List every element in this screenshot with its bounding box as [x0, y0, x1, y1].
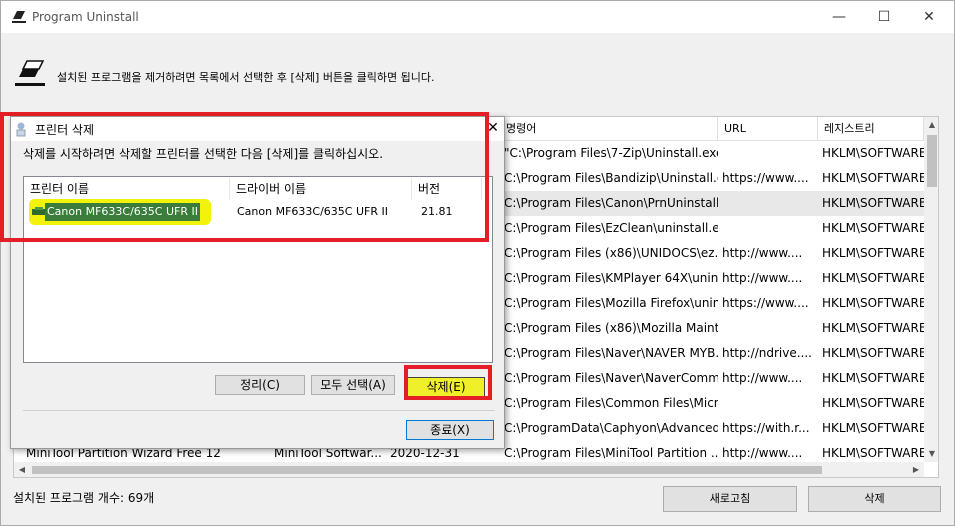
url-cell: http://www....: [722, 371, 803, 385]
command-cell: C:\Program Files (x86)\Mozilla Mainte...: [504, 321, 718, 335]
scroll-right-icon[interactable]: ▶: [908, 462, 924, 477]
registry-cell: HKLM\SOFTWARE: [822, 221, 924, 235]
scroll-left-icon[interactable]: ◀: [14, 462, 30, 477]
url-cell: http://www....: [722, 246, 803, 260]
url-cell: [718, 391, 818, 416]
command-cell: C:\Program Files\Bandizip\Uninstall.exe: [504, 171, 718, 185]
command-cell: C:\Program Files\Common Files\Micr...: [504, 396, 718, 410]
registry-cell: HKLM\SOFTWARE: [822, 421, 924, 435]
cleanup-button[interactable]: 정리(C): [215, 375, 305, 395]
header-instructions: 설치된 프로그램을 제거하려면 목록에서 선택한 후 [삭제] 버튼을 클릭하면…: [57, 71, 435, 84]
select-all-button[interactable]: 모두 선택(A): [311, 375, 395, 395]
command-cell: C:\Program Files\Naver\NAVER MYB...: [504, 346, 718, 360]
registry-cell: HKLM\SOFTWARE: [822, 396, 924, 410]
command-cell: C:\Program Files\Naver\NaverComm...: [504, 371, 718, 385]
command-cell: C:\Program Files\EzClean\uninstall.exe: [504, 221, 718, 235]
registry-cell: HKLM\SOFTWARE: [822, 246, 924, 260]
horizontal-scrollbar[interactable]: ◀ ▶: [14, 462, 924, 477]
registry-cell: HKLM\SOFTWARE: [822, 346, 924, 360]
url-cell: https://with.r...: [722, 421, 810, 435]
dialog-divider: [23, 410, 495, 411]
minimize-button[interactable]: —: [816, 1, 862, 33]
scroll-up-icon[interactable]: ▲: [924, 117, 938, 133]
eraser-icon: [15, 60, 45, 86]
column-header-url[interactable]: URL: [718, 117, 818, 141]
url-cell: http://ndrive....: [722, 346, 812, 360]
command-cell: C:\Program Files\Canon\PrnUninstall...: [504, 196, 718, 210]
annotation-box-delete-button: [404, 365, 492, 400]
command-cell: C:\Program Files\KMPlayer 64X\unin...: [504, 271, 718, 285]
scroll-thumb[interactable]: [927, 135, 937, 187]
program-count-label: 설치된 프로그램 개수: 69개: [13, 491, 155, 505]
url-cell: https://www....: [722, 296, 809, 310]
url-cell: [718, 191, 818, 216]
dialog-exit-button[interactable]: 종료(X): [406, 420, 494, 440]
registry-cell: HKLM\SOFTWARE: [822, 196, 924, 210]
annotation-box-printer-list: [0, 112, 489, 242]
command-cell: C:\Program Files\Mozilla Firefox\unin...: [504, 296, 718, 310]
scroll-down-icon[interactable]: ▼: [924, 446, 938, 462]
url-cell: [718, 141, 818, 166]
registry-cell: HKLM\SOFTWARE: [822, 371, 924, 385]
refresh-button[interactable]: 새로고침: [663, 486, 797, 512]
eraser-icon: [12, 11, 26, 23]
registry-cell: HKLM\SOFTWARE: [822, 296, 924, 310]
registry-cell: HKLM\SOFTWARE: [822, 321, 924, 335]
maximize-button[interactable]: ☐: [861, 1, 907, 33]
url-cell: [718, 216, 818, 241]
window-title: Program Uninstall: [32, 10, 139, 24]
close-button[interactable]: ✕: [906, 1, 952, 33]
title-bar: Program Uninstall — ☐ ✕: [1, 1, 954, 33]
url-cell: https://www....: [722, 171, 809, 185]
registry-cell: HKLM\SOFTWARE: [822, 171, 924, 185]
uninstall-button[interactable]: 삭제: [808, 486, 941, 512]
url-cell: http://www....: [722, 271, 803, 285]
column-header-registry[interactable]: 레지스트리: [818, 117, 924, 141]
command-cell: C:\Program Files (x86)\UNIDOCS\ez...: [504, 246, 718, 260]
hscroll-thumb[interactable]: [32, 466, 822, 474]
column-header-command[interactable]: 명령어: [500, 117, 718, 141]
registry-cell: HKLM\SOFTWARE: [822, 271, 924, 285]
command-cell: C:\ProgramData\Caphyon\Advanced...: [504, 421, 718, 435]
vertical-scrollbar[interactable]: ▲ ▼: [924, 117, 938, 462]
url-cell: [718, 316, 818, 341]
registry-cell: HKLM\SOFTWARE: [822, 146, 924, 160]
command-cell: "C:\Program Files\7-Zip\Uninstall.exe": [504, 146, 718, 160]
